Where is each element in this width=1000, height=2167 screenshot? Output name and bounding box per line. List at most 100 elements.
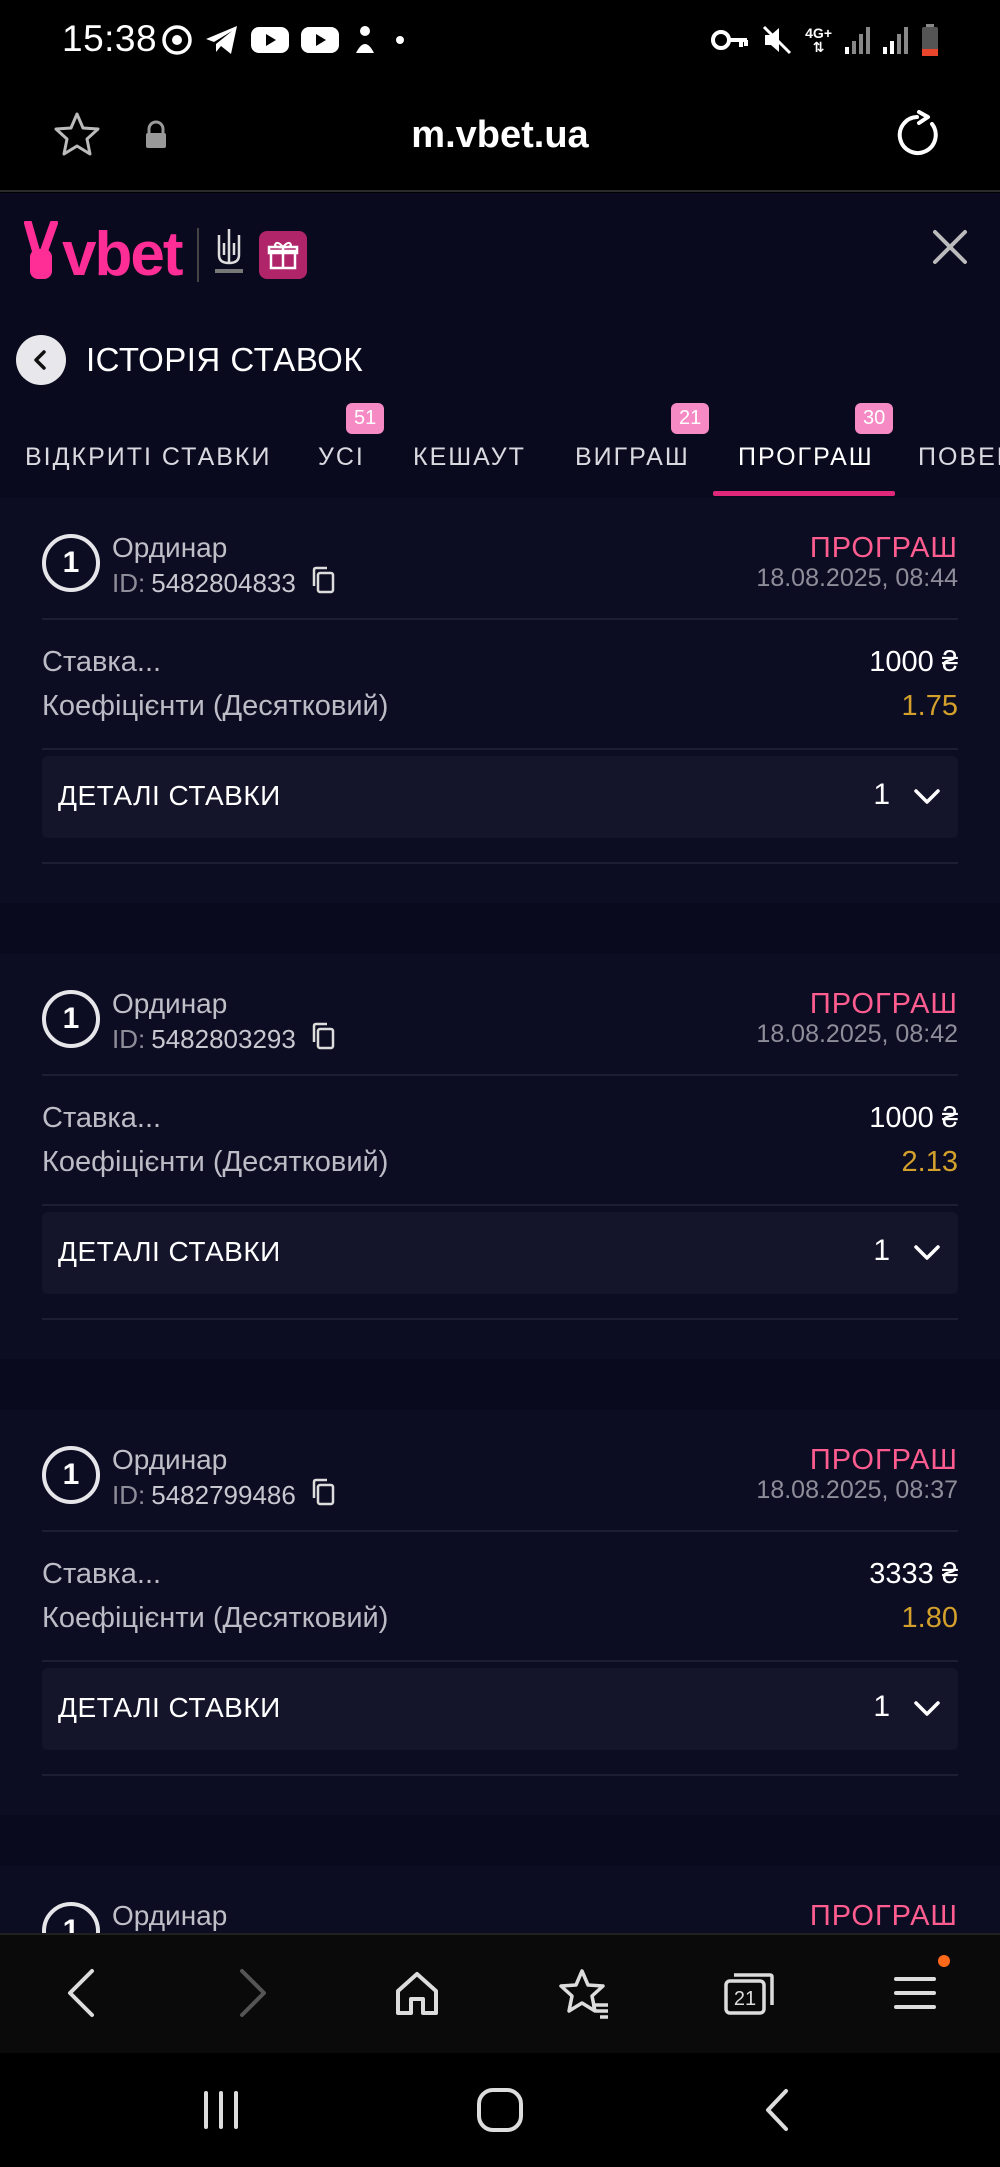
bet-id: 5482803293 xyxy=(151,1024,296,1054)
divider xyxy=(42,1660,958,1662)
bet-status: ПРОГРАШ xyxy=(809,1900,958,1932)
bet-details-toggle[interactable]: ДЕТАЛІ СТАВКИ 1 xyxy=(42,1668,958,1750)
stake-value: 1000 ₴ xyxy=(869,1102,958,1134)
divider xyxy=(42,1530,958,1532)
tab-cashout[interactable]: КЕШАУТ xyxy=(413,403,526,498)
page-title-row: ІСТОРІЯ СТАВОК xyxy=(16,335,363,385)
more-dot-icon xyxy=(390,30,410,50)
bet-id-label: ID: xyxy=(112,1480,146,1510)
menu-notification-dot xyxy=(938,1955,950,1967)
home-button-icon[interactable] xyxy=(474,2085,526,2140)
youtube-icon xyxy=(250,25,290,55)
bet-card: 1 Ординар ID: 5482799486 ПРОГРАШ 18.08.2… xyxy=(0,1410,1000,1815)
copy-icon[interactable] xyxy=(310,1478,336,1513)
youtube-icon xyxy=(300,25,340,55)
bet-details-toggle[interactable]: ДЕТАЛІ СТАВКИ 1 xyxy=(42,1212,958,1294)
battery-icon xyxy=(920,23,940,57)
gift-icon[interactable] xyxy=(259,230,308,279)
browser-bottom-nav: 21 xyxy=(0,1933,1000,2053)
system-navigation-bar xyxy=(0,2053,1000,2167)
bet-history-tabs: ВІДКРИТІ СТАВКИ 51 УСІ КЕШАУТ 21 ВИГРАШ … xyxy=(0,403,1000,498)
details-label: ДЕТАЛІ СТАВКИ xyxy=(58,780,281,811)
tabs-icon[interactable]: 21 xyxy=(722,1965,778,2026)
tab-badge: 51 xyxy=(346,403,385,434)
status-bar: 15:38 4G+ ⇅ xyxy=(0,0,1000,80)
bet-id-row: ID: 5482799486 xyxy=(112,1478,336,1513)
bet-details-toggle[interactable]: ДЕТАЛІ СТАВКИ 1 xyxy=(42,756,958,838)
whatsapp-icon xyxy=(160,23,194,57)
odds-label: Коефіцієнти (Десятковий) xyxy=(42,1602,389,1634)
mute-icon xyxy=(761,24,793,56)
back-arrow-icon[interactable] xyxy=(62,1965,102,2026)
bet-count-badge: 1 xyxy=(42,990,100,1048)
bet-type: Ординар xyxy=(112,532,228,563)
bet-id-label: ID: xyxy=(112,568,146,598)
tab-returned[interactable]: ПОВЕР xyxy=(918,403,1000,498)
status-time: 15:38 xyxy=(62,18,158,59)
bet-count-badge: 1 xyxy=(42,534,100,592)
copy-icon[interactable] xyxy=(310,1022,336,1057)
back-button[interactable] xyxy=(16,335,66,385)
bet-card: 1 Ординар ПРОГРАШ xyxy=(0,1866,1000,1933)
logo-text: vbet xyxy=(62,219,183,289)
stake-label: Ставка... xyxy=(42,1558,162,1590)
network-type: 4G+ xyxy=(805,25,832,41)
bookmarks-icon[interactable] xyxy=(556,1965,612,2026)
url-text[interactable]: m.vbet.ua xyxy=(0,114,1000,157)
bet-count-badge: 1 xyxy=(42,1902,100,1933)
bet-status: ПРОГРАШ xyxy=(809,988,958,1020)
bet-date: 18.08.2025, 08:42 xyxy=(756,1020,958,1048)
home-icon[interactable] xyxy=(392,1965,442,2026)
vbet-logo[interactable]: vbet xyxy=(24,219,308,289)
divider xyxy=(42,1774,958,1776)
details-count: 1 xyxy=(873,1234,890,1267)
tab-label: КЕШАУТ xyxy=(413,443,526,471)
bet-count-badge: 1 xyxy=(42,1446,100,1504)
bet-type: Ординар xyxy=(112,1900,228,1931)
menu-icon[interactable] xyxy=(890,1965,940,2026)
reload-icon[interactable] xyxy=(892,110,942,165)
system-back-icon[interactable] xyxy=(758,2085,798,2140)
bet-date: 18.08.2025, 08:44 xyxy=(756,564,958,592)
key-icon xyxy=(711,27,749,53)
status-icons-left xyxy=(160,20,410,60)
site-content: vbet ІСТОРІЯ СТАВОК ВІДКРИТІ СТАВКИ 51 У… xyxy=(0,193,1000,1933)
bet-card: 1 Ординар ID: 5482803293 ПРОГРАШ 18.08.2… xyxy=(0,954,1000,1359)
tab-won[interactable]: 21 ВИГРАШ xyxy=(575,403,710,498)
forward-arrow-icon[interactable] xyxy=(232,1965,272,2026)
divider xyxy=(42,618,958,620)
ukraine-trident-icon xyxy=(213,225,245,284)
tab-label: ПОВЕР xyxy=(918,443,1000,471)
details-label: ДЕТАЛІ СТАВКИ xyxy=(58,1236,281,1267)
details-count: 1 xyxy=(873,1690,890,1723)
bet-type: Ординар xyxy=(112,1444,228,1475)
tab-all[interactable]: 51 УСІ xyxy=(318,403,385,498)
bet-id: 5482799486 xyxy=(151,1480,296,1510)
chevron-left-icon xyxy=(34,350,46,370)
logo-divider xyxy=(197,227,200,282)
divider xyxy=(42,862,958,864)
bet-id: 5482804833 xyxy=(151,568,296,598)
tab-open-bets[interactable]: ВІДКРИТІ СТАВКИ xyxy=(25,403,271,498)
stake-value: 1000 ₴ xyxy=(869,646,958,678)
recent-apps-icon[interactable] xyxy=(196,2085,246,2140)
bet-id-label: ID: xyxy=(112,1024,146,1054)
divider xyxy=(42,1074,958,1076)
tab-lost[interactable]: 30 ПРОГРАШ xyxy=(738,403,894,498)
bet-type: Ординар xyxy=(112,988,228,1019)
site-header: vbet xyxy=(0,193,1000,313)
chevron-down-icon xyxy=(912,782,942,817)
copy-icon[interactable] xyxy=(310,566,336,601)
tab-badge: 30 xyxy=(855,403,894,434)
close-icon[interactable] xyxy=(930,227,970,272)
bet-id-row: ID: 5482803293 xyxy=(112,1022,336,1057)
chevron-down-icon xyxy=(912,1238,942,1273)
signal-icon xyxy=(844,25,870,55)
bet-date: 18.08.2025, 08:37 xyxy=(756,1476,958,1504)
odds-value: 1.75 xyxy=(901,690,958,722)
bet-id-row: ID: 5482804833 xyxy=(112,566,336,601)
tab-label: УСІ xyxy=(318,443,365,471)
stake-label: Ставка... xyxy=(42,1102,162,1134)
active-tab-indicator xyxy=(713,491,895,496)
divider xyxy=(42,1204,958,1206)
